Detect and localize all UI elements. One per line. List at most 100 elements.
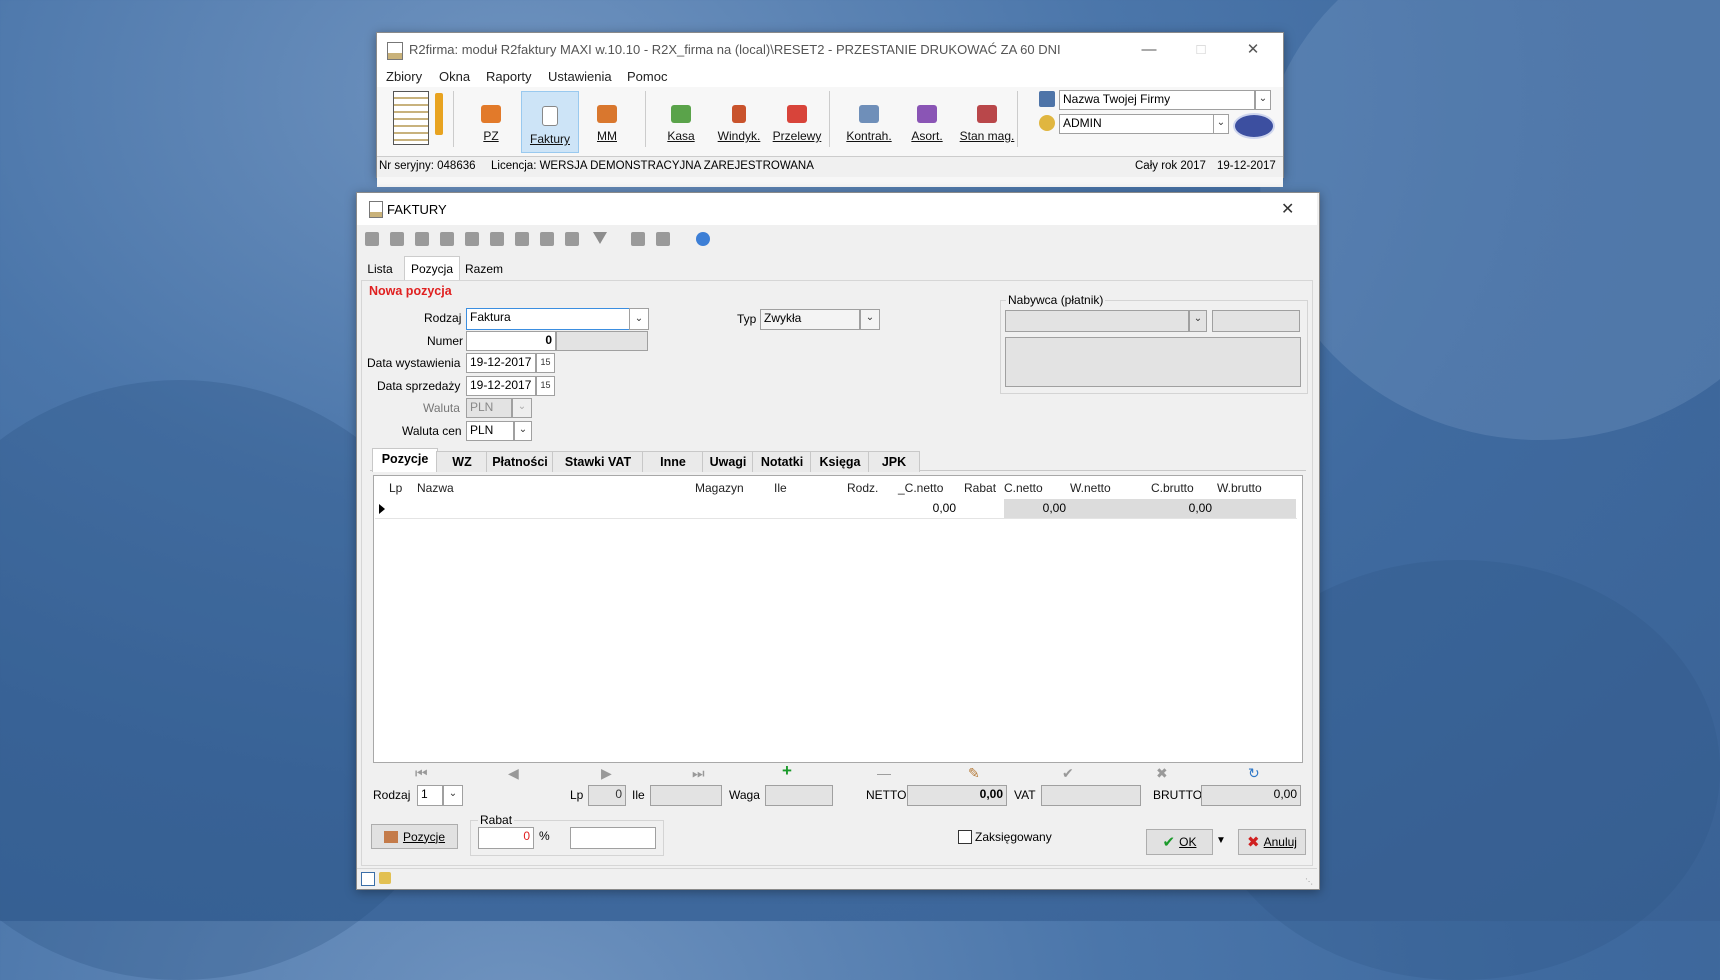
ok-button[interactable]: ✔ OK <box>1146 829 1213 855</box>
settings-icon[interactable] <box>565 232 579 246</box>
rabat-amount-field[interactable] <box>570 827 656 849</box>
subtab-uwagi[interactable]: Uwagi <box>702 451 754 472</box>
calendar-icon[interactable]: 15 <box>536 376 555 396</box>
col-header-c-brutto[interactable]: C.brutto <box>1151 481 1194 495</box>
toolbar-kontrah-button[interactable]: Kontrah. <box>843 91 895 151</box>
waluta-cen-dropdown-button[interactable]: ⌄ <box>514 421 532 441</box>
rodzaj-dropdown-button[interactable]: ⌄ <box>629 308 649 330</box>
bottom-rodzaj-select[interactable]: 1 <box>417 785 443 806</box>
toolbar-asort-button[interactable]: Asort. <box>901 91 953 151</box>
subtab-stawki-vat[interactable]: Stawki VAT <box>552 451 644 472</box>
calendar-icon[interactable]: 15 <box>536 353 555 373</box>
print-icon[interactable] <box>515 232 529 246</box>
menu-okna[interactable]: Okna <box>439 69 470 84</box>
maximize-button[interactable]: □ <box>1175 33 1227 65</box>
subtab-wz[interactable]: WZ <box>436 451 488 472</box>
toolbar-mm-button[interactable]: MM <box>581 91 633 151</box>
nav-delete-icon[interactable]: — <box>877 765 891 781</box>
menu-raporty[interactable]: Raporty <box>486 69 532 84</box>
pozycje-button[interactable]: Pozycje <box>371 824 458 849</box>
typ-dropdown-button[interactable]: ⌄ <box>860 309 880 330</box>
nav-edit-icon[interactable]: ✎ <box>968 765 980 782</box>
toolbar-pz-button[interactable]: PZ <box>465 91 517 151</box>
subtab-platnosci[interactable]: Płatności <box>486 451 554 472</box>
tab-pozycja[interactable]: Pozycja <box>404 256 460 281</box>
col-header-nazwa[interactable]: Nazwa <box>417 481 454 495</box>
user-dropdown-button[interactable]: ⌄ <box>1213 114 1229 134</box>
menu-zbiory[interactable]: Zbiory <box>386 69 422 84</box>
data-wystawienia-field[interactable]: 19-12-2017 <box>466 353 536 373</box>
col-header-w-netto[interactable]: W.netto <box>1070 481 1111 495</box>
numer-field[interactable]: 0 <box>466 331 556 351</box>
toolbar-faktury-button[interactable]: Faktury <box>521 91 579 153</box>
delete-record-icon[interactable] <box>440 232 454 246</box>
tab-lista[interactable]: Lista <box>358 258 402 280</box>
subtab-pozycje[interactable]: Pozycje <box>372 448 438 472</box>
col-header-lp[interactable]: Lp <box>389 481 402 495</box>
col-header-ile[interactable]: Ile <box>774 481 787 495</box>
refresh-icon[interactable] <box>490 232 504 246</box>
data-sprzedazy-field[interactable]: 19-12-2017 <box>466 376 536 396</box>
nav-last-icon[interactable]: ⏭ <box>692 765 705 782</box>
col-header-c-netto[interactable]: C.netto <box>1004 481 1043 495</box>
resize-grip-icon[interactable]: ⋱ <box>1305 877 1313 886</box>
toolbar-separator <box>453 91 454 147</box>
faktury-close-button[interactable]: ✕ <box>1281 199 1294 219</box>
subtab-notatki[interactable]: Notatki <box>752 451 812 472</box>
zaksiegowany-label: Zaksięgowany <box>975 830 1052 844</box>
nav-refresh-icon[interactable]: ↻ <box>1248 765 1260 782</box>
nav-first-icon[interactable]: ⏮ <box>415 765 428 782</box>
toolbar-stan-mag-button[interactable]: Stan mag. <box>957 91 1017 151</box>
col-header-c-netto-unit[interactable]: _C.netto <box>898 481 943 495</box>
rabat-field[interactable]: 0 <box>478 827 534 849</box>
nav-add-icon[interactable]: + <box>782 761 792 781</box>
col-header-rabat[interactable]: Rabat <box>964 481 996 495</box>
first-record-icon[interactable] <box>365 232 379 246</box>
waluta-cen-field[interactable]: PLN <box>466 421 514 441</box>
minimize-button[interactable]: — <box>1123 33 1175 65</box>
rodzaj-select[interactable]: Faktura <box>466 308 630 330</box>
help-icon[interactable] <box>696 232 710 246</box>
user-select[interactable]: ADMIN <box>1059 114 1219 134</box>
nabywca-select[interactable] <box>1005 310 1189 332</box>
menu-pomoc[interactable]: Pomoc <box>627 69 667 84</box>
ok-dropdown-icon[interactable]: ▼ <box>1216 835 1226 846</box>
nav-next-icon[interactable]: ▶ <box>601 765 612 782</box>
nabywca-dropdown-button[interactable]: ⌄ <box>1189 310 1207 332</box>
anuluj-button[interactable]: ✖ Anuluj <box>1238 829 1306 855</box>
company-dropdown-button[interactable]: ⌄ <box>1255 90 1271 110</box>
company-select[interactable]: Nazwa Twojej Firmy <box>1059 90 1255 110</box>
toolbar-kasa-button[interactable]: Kasa <box>655 91 707 151</box>
edit-record-icon[interactable] <box>390 232 404 246</box>
nav-cancel-icon[interactable]: ✖ <box>1156 765 1168 782</box>
menu-ustawienia[interactable]: Ustawienia <box>548 69 612 84</box>
zaksiegowany-checkbox[interactable] <box>958 830 972 844</box>
bottom-rodzaj-dropdown-button[interactable]: ⌄ <box>443 785 463 806</box>
col-header-w-brutto[interactable]: W.brutto <box>1217 481 1262 495</box>
subtab-ksiega[interactable]: Księga <box>810 451 870 472</box>
typ-select[interactable]: Zwykła <box>760 309 860 330</box>
notes-icon[interactable] <box>379 872 391 884</box>
add-record-icon[interactable] <box>415 232 429 246</box>
numer-label: Numer <box>427 334 464 348</box>
copy-record-icon[interactable] <box>465 232 479 246</box>
subtab-jpk[interactable]: JPK <box>868 451 920 472</box>
clipboard-icon[interactable] <box>631 232 645 246</box>
tab-razem[interactable]: Razem <box>460 258 508 280</box>
subtab-inne[interactable]: Inne <box>642 451 704 472</box>
col-header-rodz[interactable]: Rodz. <box>847 481 878 495</box>
col-header-magazyn[interactable]: Magazyn <box>695 481 744 495</box>
calculator-icon[interactable] <box>656 232 670 246</box>
lp-label: Lp <box>570 788 584 802</box>
cell-c-brutto[interactable]: 0,00 <box>1150 499 1216 518</box>
binoculars-icon[interactable] <box>540 232 554 246</box>
filter-icon[interactable] <box>593 232 607 244</box>
grid-view-icon[interactable] <box>361 872 375 886</box>
cell-c-netto-unit[interactable]: 0,00 <box>898 499 960 518</box>
nav-confirm-icon[interactable]: ✔ <box>1062 765 1074 782</box>
toolbar-windyk-button[interactable]: Windyk. <box>713 91 765 151</box>
nav-prev-icon[interactable]: ◀ <box>508 765 519 782</box>
close-button[interactable]: ✕ <box>1227 33 1279 65</box>
cell-c-netto[interactable]: 0,00 <box>1004 499 1070 518</box>
toolbar-przelewy-button[interactable]: Przelewy <box>771 91 823 151</box>
